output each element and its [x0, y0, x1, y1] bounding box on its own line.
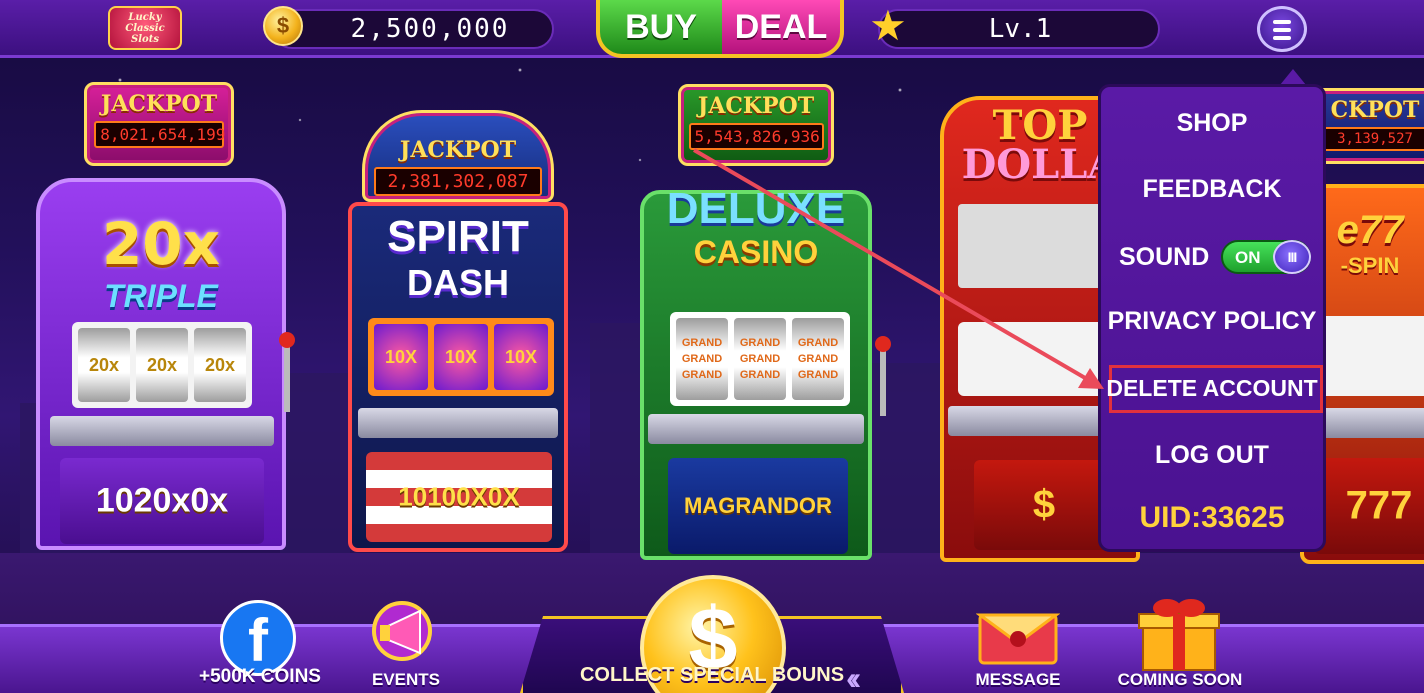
menu-delete-account[interactable]: DELETE ACCOUNT [1101, 375, 1323, 402]
menu-sound-row: SOUND ON III [1101, 237, 1323, 277]
game-lobby: JACKPOT 8,021,654,199 20x TRIPLE 20x 20x… [0, 0, 1424, 693]
game-title-line2: DASH [406, 262, 509, 303]
message-label: MESSAGE [975, 670, 1061, 689]
menu-log-out[interactable]: LOG OUT [1101, 441, 1323, 470]
machine-base: MAGRANDOR [668, 458, 848, 554]
jackpot-label: JACKPOT [100, 91, 218, 117]
game-title-line2: TRIPLE [104, 278, 218, 314]
jackpot-label: JACKPOT [697, 93, 815, 119]
buy-button[interactable]: BUY [596, 0, 722, 58]
lever-knob [279, 332, 295, 348]
toggle-knob-icon: III [1273, 240, 1311, 274]
jackpot-label: CKPOT [1330, 97, 1420, 123]
game-title: SPIRIT DASH [352, 212, 564, 304]
deal-button[interactable]: DEAL [722, 0, 844, 58]
base-emblem: MAGRANDOR [684, 493, 832, 518]
reel: 20x [136, 328, 188, 402]
reels: 20x 20x 20x [72, 322, 252, 408]
game-title-line1: SPIRIT [387, 212, 529, 261]
envelope-icon[interactable] [976, 603, 1060, 667]
jackpot-sign: CKPOT 3,139,527 [1310, 88, 1424, 164]
slot-machine-20x-triple[interactable]: JACKPOT 8,021,654,199 20x TRIPLE 20x 20x… [36, 82, 295, 552]
user-id: UID:33625 [1139, 501, 1285, 534]
dollar-emblem: $ [1032, 482, 1056, 527]
game-title: DELUXE CASINO [644, 184, 868, 271]
base-emblem: 1020x0x [95, 481, 229, 520]
game-title-line2: CASINO [693, 234, 819, 270]
jackpot-sign: JACKPOT 8,021,654,199 [84, 82, 234, 166]
reels: GRAND GRAND GRAND GRAND GRAND GRAND GRAND GRA… [670, 312, 850, 406]
reel: 20x [78, 328, 130, 402]
menu-bar [1273, 28, 1291, 32]
reel: GRAND GRAND GRAND [734, 318, 786, 400]
reels [958, 322, 1118, 396]
control-console [50, 416, 274, 446]
menu-privacy-policy[interactable]: PRIVACY POLICY [1101, 307, 1323, 336]
slot-machine-spirit-dash[interactable]: JACKPOT 2,381,302,087 SPIRIT DASH 10X 10… [340, 110, 576, 560]
coming-soon-label: COMING SOON [1117, 670, 1243, 689]
cabinet: DELUXE CASINO GRAND GRAND GRAND GRAND GRAND… [640, 184, 872, 560]
buy-deal-group: BUY DEAL [574, 0, 866, 62]
dollar-coin-icon: $ [263, 6, 303, 46]
machine-base: 1020x0x [60, 458, 264, 544]
cabinet: SPIRIT DASH 10X 10X 10X 10100X0X [348, 202, 568, 552]
menu-feedback[interactable]: FEEDBACK [1101, 175, 1323, 204]
game-title-line1: 20x [101, 210, 221, 278]
jackpot-amount: 8,021,654,199 [94, 121, 225, 148]
jackpot-amount: 2,381,302,087 [374, 167, 542, 196]
jackpot-sign: JACKPOT 5,543,826,936 [678, 84, 834, 166]
double-chevron-left-icon: ‹‹ [846, 660, 862, 693]
base-emblem: 777 [1345, 483, 1413, 528]
lever-knob [875, 336, 891, 352]
slot-machine-deluxe-casino[interactable]: JACKPOT 5,543,826,936 DELUXE CASINO GRAN… [632, 84, 891, 564]
star-icon: ★ [869, 2, 907, 49]
collect-bonus-label: COLLECT SPECIAL BOUNS [579, 664, 845, 686]
menu-pointer [1280, 69, 1306, 85]
menu-bar [1273, 36, 1291, 40]
jackpot-sign: JACKPOT 2,381,302,087 [362, 110, 554, 202]
reel: 10X [494, 324, 548, 390]
game-title-line1: DELUXE [666, 184, 846, 233]
base-emblem: 10100X0X [398, 481, 520, 512]
control-console [358, 408, 558, 438]
coin-balance: 2,500,000 [350, 14, 510, 44]
menu-shop[interactable]: SHOP [1101, 109, 1323, 138]
settings-menu: SHOP FEEDBACK SOUND ON III PRIVACY POLIC… [1098, 84, 1326, 552]
megaphone-icon[interactable] [372, 597, 438, 675]
hamburger-menu-button[interactable] [1257, 6, 1307, 52]
machine-base: 777 [1314, 458, 1424, 554]
gift-box-icon[interactable] [1135, 590, 1223, 674]
reels [1314, 316, 1424, 396]
machine-base: $ [974, 460, 1114, 550]
jackpot-amount: 5,543,826,936 [688, 123, 824, 150]
reel: 20x [194, 328, 246, 402]
cabinet: 20x TRIPLE 20x 20x 20x 1020x0x [36, 178, 286, 550]
facebook-coins-label: +500K COINS [199, 666, 321, 687]
sound-label: SOUND [1119, 243, 1210, 271]
reel: 10X [374, 324, 428, 390]
jackpot-amount: 3,139,527 [1319, 127, 1424, 151]
reel: 10X [434, 324, 488, 390]
events-label: EVENTS [371, 670, 441, 689]
facebook-icon[interactable]: f [220, 600, 296, 676]
sound-toggle[interactable]: ON III [1221, 240, 1311, 274]
player-level: Lv.1 [988, 14, 1052, 44]
prize-board [958, 204, 1118, 288]
reels: 10X 10X 10X [368, 318, 554, 396]
lever [880, 346, 886, 416]
game-title: 20x TRIPLE [40, 210, 282, 315]
lever [284, 342, 290, 412]
control-console [648, 414, 864, 444]
machine-base: 10100X0X [366, 452, 552, 542]
game-logo: Lucky Classic Slots [108, 6, 182, 50]
slot-machine-top-dollar[interactable]: TOP DOLLA $ [930, 96, 1140, 566]
reel: GRAND GRAND GRAND [676, 318, 728, 400]
reel: GRAND GRAND GRAND [792, 318, 844, 400]
jackpot-label: JACKPOT [399, 137, 517, 163]
sound-toggle-state: ON [1235, 248, 1261, 267]
menu-bar [1273, 20, 1291, 24]
